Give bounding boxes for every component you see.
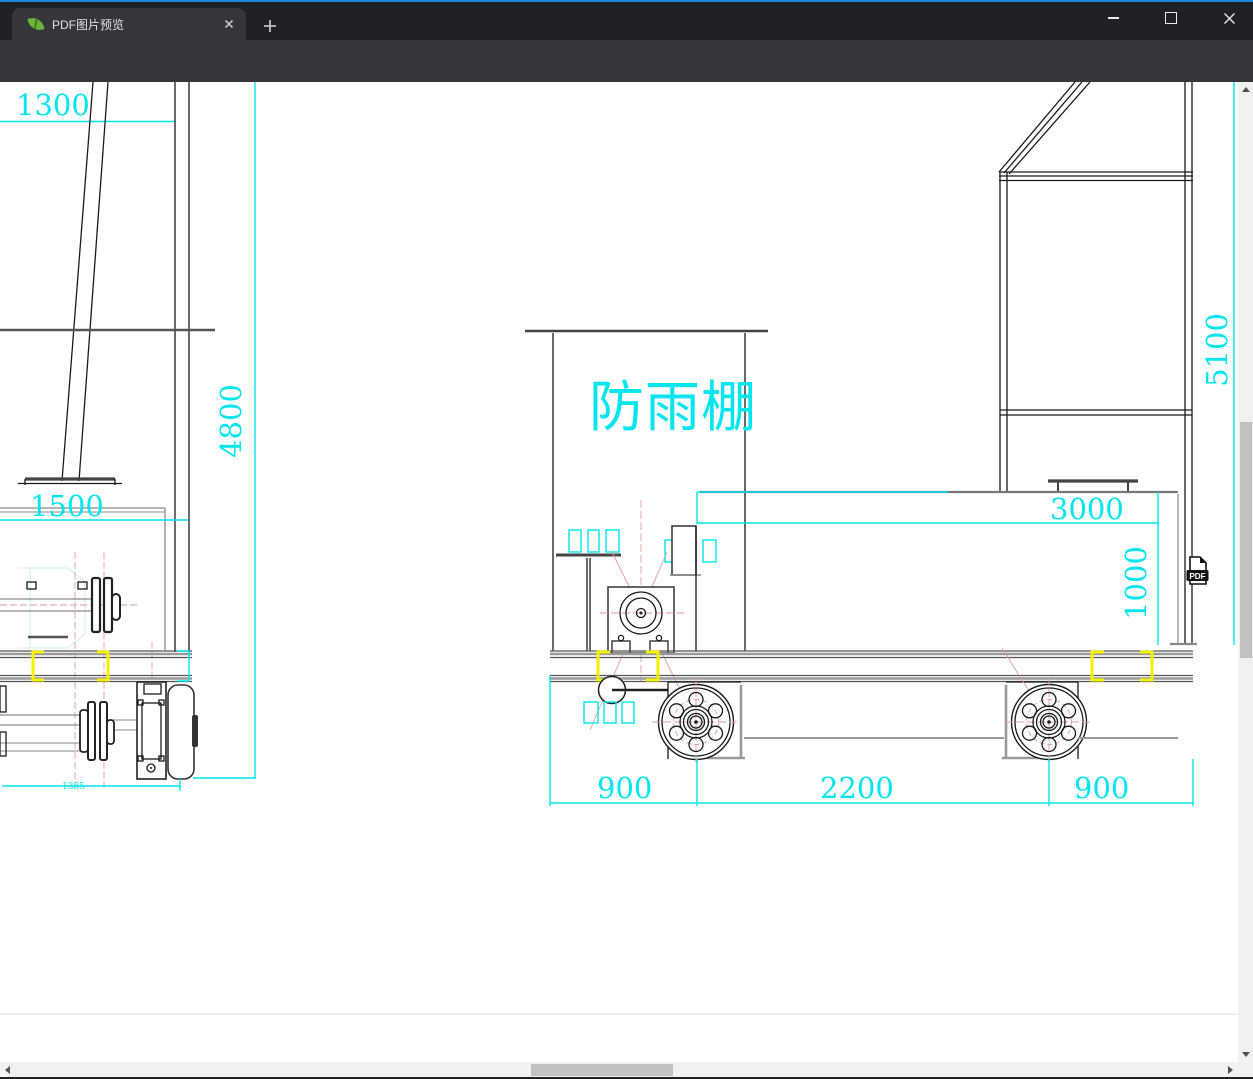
dim-3000: 3000 (1050, 492, 1124, 526)
minimize-button[interactable] (1090, 2, 1137, 34)
deck-elevation: 3000 1000 (696, 479, 1179, 645)
spring-leaf-favicon (27, 15, 45, 33)
dim-1385: 1385 (62, 782, 85, 792)
dim-5100: 5100 (1200, 313, 1234, 387)
dim-4800: 4800 (214, 384, 248, 458)
left-frame-rails (0, 650, 192, 683)
bottom-dimensions: 900 2200 900 (549, 675, 1194, 806)
shelter-label: 防雨棚 (589, 375, 757, 439)
cad-drawing: 1300 4800 1500 1385 防雨棚 900 2200 900 510… (0, 82, 1238, 1015)
dim-900-front: 900 (597, 771, 652, 805)
horizontal-scroll-thumb[interactable] (531, 1063, 673, 1076)
new-tab-button[interactable] (258, 14, 282, 38)
close-button[interactable] (1206, 2, 1253, 34)
scroll-down-icon[interactable] (1242, 1052, 1250, 1057)
vertical-scrollbar[interactable] (1238, 82, 1253, 1062)
tab-pdf-preview[interactable]: PDF图片预览 (12, 8, 246, 40)
scroll-right-icon[interactable] (1228, 1066, 1233, 1074)
wheel-side (167, 684, 195, 780)
pdf-label: PDF (1189, 572, 1205, 581)
scroll-left-icon[interactable] (5, 1066, 10, 1074)
window-top-accent (0, 0, 1253, 2)
maximize-button[interactable] (1147, 2, 1194, 34)
tab-close-icon[interactable] (220, 15, 238, 33)
chassis-rails (550, 650, 1193, 683)
dim-1000: 1000 (1119, 546, 1153, 620)
scroll-up-icon[interactable] (1242, 87, 1250, 92)
horizontal-scrollbar[interactable] (0, 1062, 1238, 1077)
pdf-download-button[interactable]: PDF (1186, 556, 1209, 585)
browser-window: PDF图片预览 1300 4800 1500 1385 防雨棚 900 2200… (0, 0, 1253, 1079)
left-elevation: 1300 4800 1500 1385 (0, 82, 256, 792)
towing-detail (583, 675, 668, 724)
tab-title: PDF图片预览 (52, 17, 125, 32)
preview-content: 1300 4800 1500 1385 防雨棚 900 2200 900 510… (0, 82, 1253, 1077)
vertical-scroll-thumb[interactable] (1239, 422, 1252, 658)
rail-end-bracket (177, 650, 190, 682)
scrollbar-corner (1238, 1062, 1253, 1077)
dim-1300: 1300 (16, 88, 90, 122)
axle-assembly (0, 681, 198, 780)
wheel-rear (1001, 647, 1093, 766)
dim-900-rear: 900 (1074, 771, 1129, 805)
browser-toolbar (0, 40, 1253, 82)
dim-2200: 2200 (820, 771, 894, 805)
tab-bar: PDF图片预览 (0, 0, 1253, 40)
dim-1500: 1500 (30, 489, 104, 523)
